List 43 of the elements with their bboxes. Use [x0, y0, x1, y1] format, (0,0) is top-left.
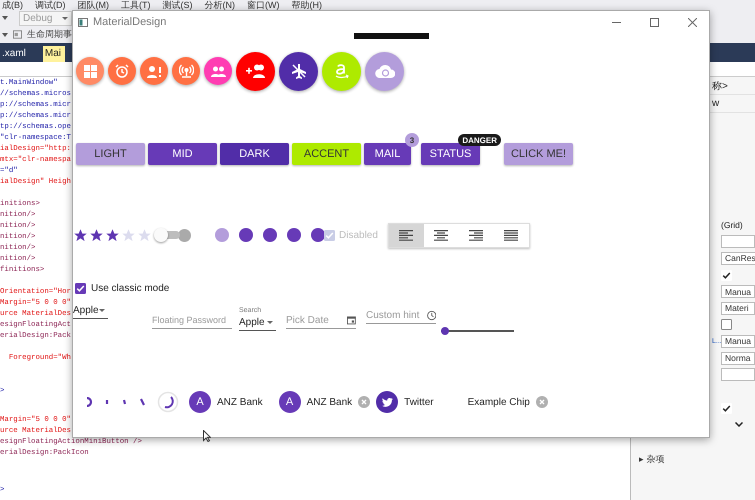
menu-item[interactable]: 窗口(W): [247, 0, 280, 10]
menu-item[interactable]: 帮助(H): [292, 0, 322, 10]
window-title: MaterialDesign: [93, 16, 166, 28]
chip-label: Twitter: [404, 396, 434, 408]
chip-label: ANZ Bank: [217, 396, 263, 408]
menu-item[interactable]: 工具(T): [121, 0, 150, 10]
section-header[interactable]: ▸ 杂项: [631, 453, 755, 466]
color-button[interactable]: CLICK ME!: [504, 143, 573, 165]
property-field[interactable]: Materi: [721, 302, 755, 315]
color-button[interactable]: MAIL: [364, 143, 411, 165]
menu-item[interactable]: 成(B): [2, 0, 23, 10]
chip-label: Example Chip: [468, 396, 530, 408]
menu-item[interactable]: 测试(S): [162, 0, 192, 10]
status-badge: DANGER: [458, 134, 501, 146]
property-label: 称>: [712, 80, 728, 92]
property-value: (Grid): [721, 220, 743, 230]
password-field[interactable]: Floating Password: [152, 312, 232, 329]
color-button[interactable]: ACCENT: [292, 143, 361, 165]
property-field[interactable]: CanRes: [721, 252, 755, 265]
search-combo[interactable]: Apple: [239, 315, 276, 331]
color-button[interactable]: LIGHT: [76, 143, 145, 165]
menu-item[interactable]: 调试(D): [35, 0, 66, 10]
color-button[interactable]: DARK: [220, 143, 289, 165]
color-button[interactable]: MID: [148, 143, 217, 165]
menu-item[interactable]: 团队(M): [78, 0, 109, 10]
count-badge: 3: [405, 133, 419, 147]
document-tab[interactable]: Mai: [42, 46, 66, 62]
avatar: A: [278, 391, 301, 413]
checkbox-label: Disabled: [339, 230, 378, 240]
toolbar-label: 生命周期事: [27, 28, 72, 41]
property-field[interactable]: Norma: [721, 352, 755, 365]
property-field[interactable]: Manua: [721, 285, 755, 298]
fruit-combo[interactable]: Apple: [73, 303, 108, 319]
date-field[interactable]: Pick Date: [286, 314, 348, 326]
color-button[interactable]: STATUS: [421, 143, 480, 165]
checkbox-label: Use classic mode: [91, 282, 170, 294]
avatar: A: [189, 391, 211, 413]
time-field[interactable]: Custom hint: [366, 310, 426, 320]
document-tab[interactable]: .xaml: [0, 46, 40, 62]
chip-label: ANZ Bank: [306, 396, 352, 408]
menu-item[interactable]: 分析(N): [204, 0, 235, 10]
property-field[interactable]: Manua: [721, 334, 755, 348]
property-label: w: [712, 98, 720, 109]
